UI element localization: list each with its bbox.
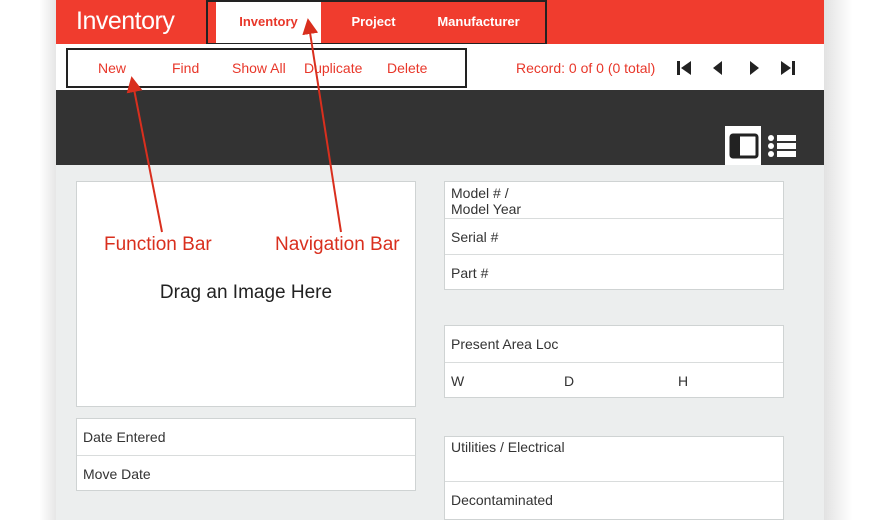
right-page-shadow bbox=[824, 0, 895, 520]
function-bar-arrow bbox=[126, 76, 163, 233]
app-window: Inventory Inventory Project Manufacturer… bbox=[56, 0, 824, 520]
function-bar-annotation: Function Bar bbox=[104, 234, 212, 255]
annotation-arrows bbox=[126, 18, 342, 233]
left-page-shadow bbox=[0, 0, 56, 520]
navigation-bar-arrow bbox=[302, 18, 342, 233]
navigation-bar-annotation: Navigation Bar bbox=[275, 234, 400, 255]
